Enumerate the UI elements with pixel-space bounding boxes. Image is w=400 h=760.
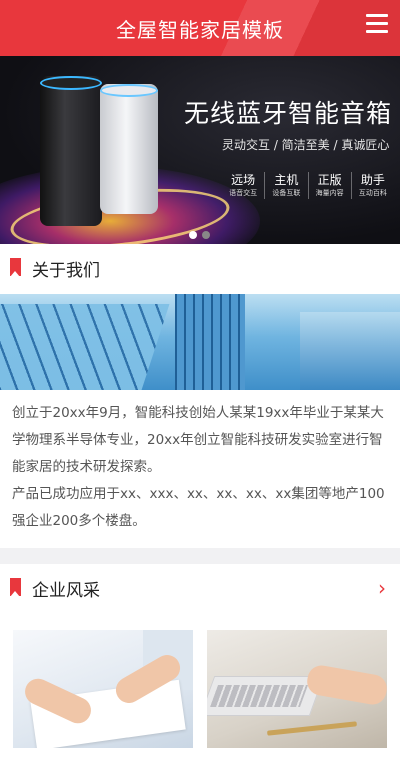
section-divider [0,548,400,564]
page-title: 全屋智能家居模板 [116,18,284,42]
about-description: 创立于20xx年9月，智能科技创始人某某19xx年毕业于某某大学物理系半导体专业… [12,400,392,535]
feature-title: 助手 [360,173,385,187]
feature-title: 主机 [274,173,299,187]
gallery-image-2[interactable] [207,630,387,748]
bookmark-icon [10,258,21,277]
hero-banner[interactable]: 无线蓝牙智能音箱 灵动交互 / 简洁至美 / 真诚匠心 远场 语音交互 主机 设… [0,56,400,244]
white-speaker-image [100,84,158,214]
gallery [13,630,387,750]
carousel-dots [189,231,210,239]
feature-subtitle: 设备互联 [272,189,301,197]
feature-title: 正版 [317,173,342,187]
feature-item: 主机 设备互联 [264,172,307,199]
menu-icon[interactable] [366,14,388,34]
banner-headline: 无线蓝牙智能音箱 [184,99,393,128]
about-section-header: 关于我们 [0,244,400,292]
feature-subtitle: 海量内容 [315,189,344,197]
about-paragraph: 产品已成功应用于xx、xxx、xx、xx、xx、xx集团等地产100强企业200… [12,486,385,529]
feature-title: 远场 [231,173,256,187]
about-paragraph: 创立于20xx年9月，智能科技创始人某某19xx年毕业于某某大学物理系半导体专业… [12,405,384,475]
black-speaker-image [40,76,102,226]
app-header: 全屋智能家居模板 [0,0,400,56]
building-image [0,294,400,390]
feature-subtitle: 语音交互 [229,189,258,197]
style-title: 企业风采 [32,581,100,601]
feature-item: 正版 海量内容 [307,172,351,199]
feature-item: 远场 语音交互 [222,172,264,199]
style-section-header: 企业风采 › [0,564,400,612]
gallery-image-1[interactable] [13,630,193,748]
banner-subtitle: 灵动交互 / 简洁至美 / 真诚匠心 [222,138,390,152]
bookmark-icon [10,578,21,597]
carousel-dot-2[interactable] [202,231,210,239]
feature-subtitle: 互动百科 [358,189,387,197]
feature-list: 远场 语音交互 主机 设备互联 正版 海量内容 助手 互动百科 [222,172,394,199]
about-title: 关于我们 [32,261,100,281]
carousel-dot-1[interactable] [189,231,197,239]
chevron-right-icon[interactable]: › [378,576,386,600]
feature-item: 助手 互动百科 [350,172,394,199]
